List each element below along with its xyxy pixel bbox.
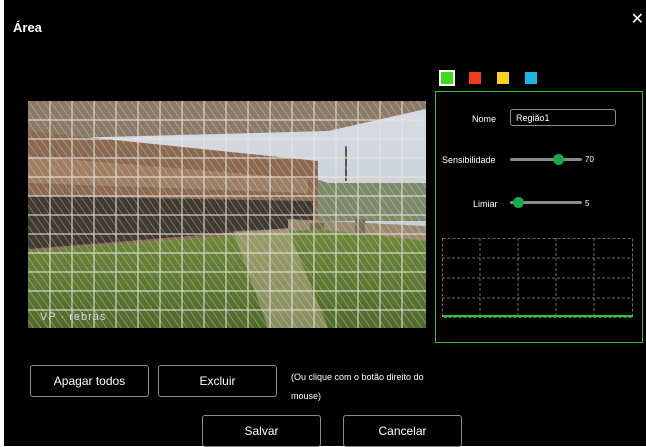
sensitivity-thumb[interactable]: [553, 154, 564, 165]
sensitivity-value: 70: [585, 155, 594, 164]
region-settings-panel: Nome Sensibilidade 70 Limiar 5: [435, 91, 643, 343]
region-mini-grid[interactable]: [442, 238, 633, 318]
sensitivity-slider[interactable]: [510, 153, 582, 167]
region-color-yellow[interactable]: [497, 72, 509, 84]
close-icon[interactable]: ✕: [631, 12, 644, 28]
region-name-input[interactable]: [510, 109, 616, 126]
dialog-title: Área: [13, 20, 42, 35]
region-color-cyan[interactable]: [525, 72, 537, 84]
save-button[interactable]: Salvar: [202, 415, 321, 447]
video-preview[interactable]: VP · rebras: [28, 67, 426, 363]
cancel-button[interactable]: Cancelar: [343, 415, 462, 447]
camera-scene[interactable]: VP · rebras: [28, 101, 426, 328]
threshold-slider[interactable]: [510, 196, 582, 210]
sensitivity-track: [510, 158, 582, 161]
threshold-label: Limiar: [473, 199, 498, 209]
right-click-hint: (Ou clique com o botão direito do mouse): [291, 372, 424, 401]
camera-image: [28, 101, 426, 328]
sensitivity-label: Sensibilidade: [442, 155, 496, 165]
clear-all-button[interactable]: Apagar todos: [30, 365, 149, 397]
name-label: Nome: [472, 114, 497, 124]
region-color-green[interactable]: [439, 70, 455, 86]
delete-button[interactable]: Excluir: [158, 365, 277, 397]
area-dialog: Área ✕ VP · rebras Nome Região1 Sensibil…: [0, 0, 646, 447]
region-color-red[interactable]: [469, 72, 481, 84]
camera-watermark: VP · rebras: [40, 311, 107, 323]
threshold-thumb[interactable]: [513, 197, 524, 208]
threshold-value: 5: [585, 199, 590, 208]
